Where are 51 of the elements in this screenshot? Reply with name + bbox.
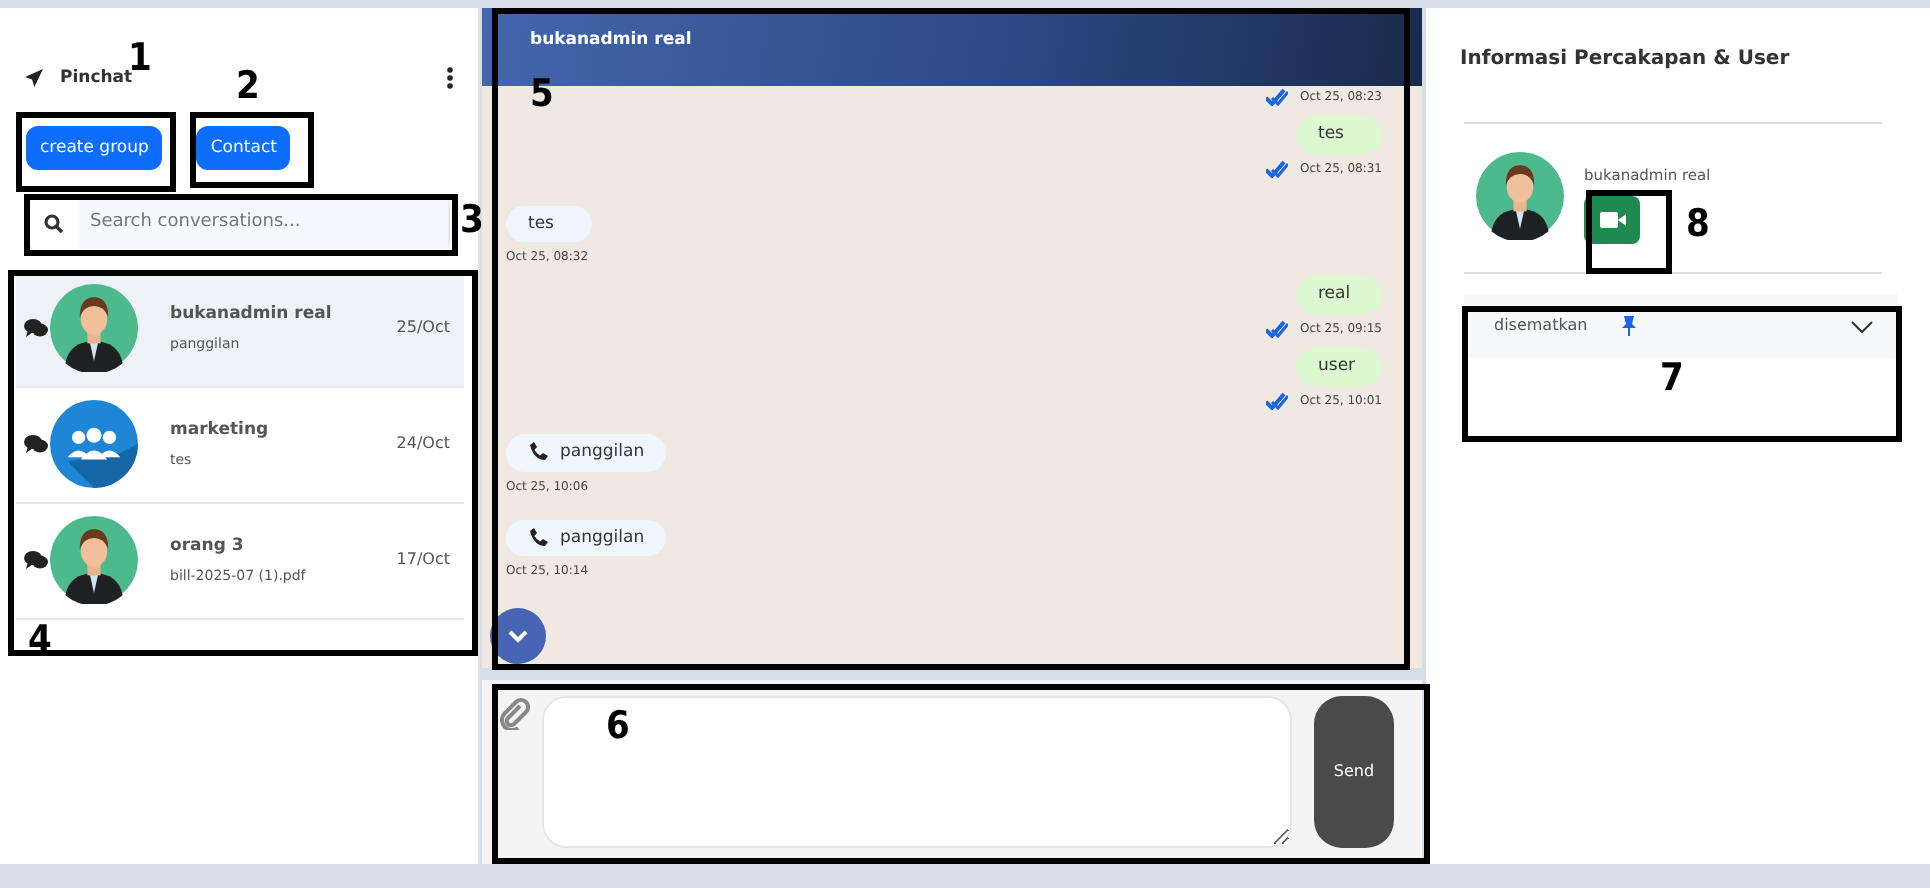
chat-title: bukanadmin real — [529, 30, 692, 50]
contact-button[interactable]: Contact — [196, 125, 291, 170]
annotation-number: 2 — [236, 68, 260, 106]
group-avatar — [50, 400, 138, 489]
app-title: Pinchat — [60, 68, 133, 92]
contact-name: orang 3 — [170, 534, 246, 561]
annotation-box — [1586, 190, 1672, 274]
more-icon[interactable] — [445, 66, 454, 91]
panel-title: Informasi Percakapan & User — [1460, 46, 1792, 74]
annotation-number: 3 — [460, 202, 484, 240]
send-button[interactable]: Send — [1314, 696, 1394, 848]
phone-icon — [527, 442, 548, 463]
message-bubble: user — [1296, 348, 1382, 386]
paperclip-icon[interactable] — [497, 696, 530, 731]
person-avatar — [50, 516, 138, 605]
message-bubble: tes — [505, 205, 592, 243]
contact-name: bukanadmin real — [170, 302, 332, 329]
search-field[interactable]: Search conversations... — [28, 195, 450, 252]
annotation-number: 5 — [530, 76, 554, 114]
create-group-button[interactable]: create group — [26, 125, 163, 170]
pin-icon — [1619, 316, 1638, 337]
annotation-number: 4 — [28, 622, 52, 660]
message-bubble: real — [1296, 276, 1382, 315]
chat-bubbles-icon — [24, 434, 48, 455]
phone-icon — [527, 528, 548, 549]
message-date: 24/Oct — [396, 432, 450, 457]
chevron-icon — [1850, 319, 1874, 334]
pinned-accordion[interactable]: disematkan — [1464, 294, 1898, 359]
double-check-icon — [1265, 87, 1288, 106]
call-bubble: panggilan — [505, 519, 667, 557]
person-avatar — [50, 284, 138, 373]
annotation-number: 7 — [1660, 360, 1684, 398]
double-check-icon — [1265, 320, 1288, 339]
annotation-box — [190, 112, 314, 188]
annotation-number: 6 — [606, 708, 630, 746]
contact-name: marketing — [170, 418, 269, 445]
message-bubble: tes — [1296, 115, 1382, 154]
double-check-icon — [1265, 391, 1288, 410]
call-bubble: panggilan — [505, 433, 667, 472]
chat-bubbles-icon — [24, 550, 48, 571]
double-check-icon — [1265, 159, 1288, 178]
chevron-down-icon — [507, 629, 528, 644]
annotation-number: 8 — [1686, 206, 1710, 244]
message-date: 17/Oct — [396, 548, 450, 573]
video-camera-icon — [1599, 212, 1625, 229]
message-input[interactable] — [541, 696, 1292, 848]
search-icon — [44, 213, 64, 234]
send-icon — [24, 68, 44, 89]
message-date: 25/Oct — [396, 316, 450, 341]
chat-bubbles-icon — [24, 318, 48, 339]
person-avatar — [1476, 152, 1564, 240]
